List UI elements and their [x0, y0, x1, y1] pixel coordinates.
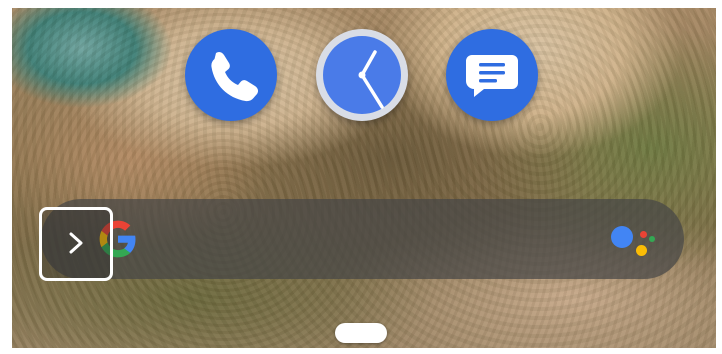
phone-app-icon[interactable] [185, 29, 277, 121]
messages-app-icon[interactable] [446, 29, 538, 121]
chevron-right-icon [69, 232, 83, 254]
assistant-dot-red [640, 231, 647, 238]
assistant-dot-green [649, 236, 655, 242]
home-gesture-pill[interactable] [335, 323, 387, 343]
home-screen [12, 8, 716, 348]
messages-icon [466, 55, 518, 97]
google-search-bar[interactable] [41, 199, 684, 279]
google-assistant-icon[interactable] [611, 221, 657, 261]
assistant-dot-blue [611, 226, 633, 248]
assistant-dot-yellow [636, 245, 647, 256]
clock-app-icon[interactable] [316, 29, 408, 121]
clock-icon [323, 36, 401, 114]
phone-icon [211, 51, 259, 102]
expand-button[interactable] [39, 207, 113, 281]
app-dock [185, 29, 541, 129]
